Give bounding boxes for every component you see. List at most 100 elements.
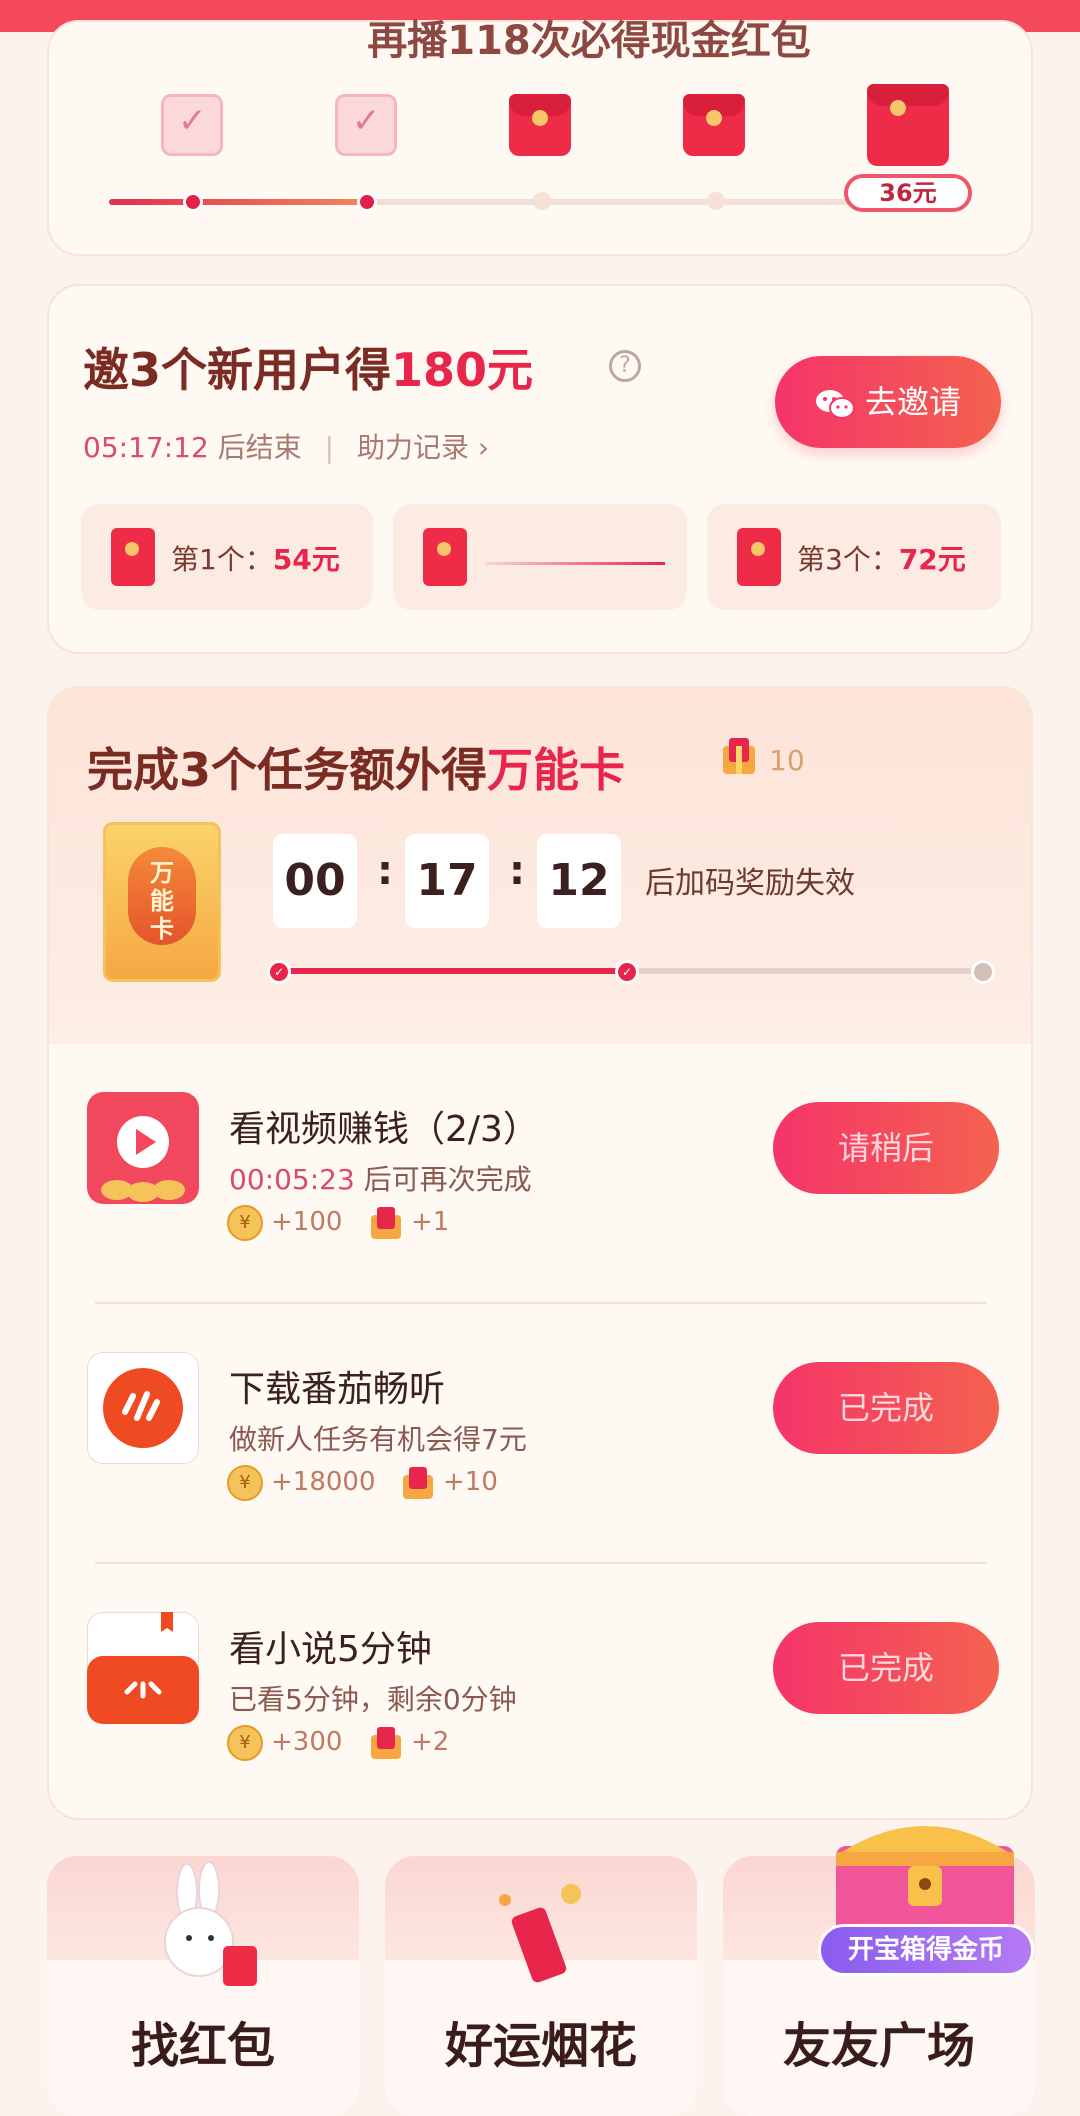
tasks-card: 完成3个任务额外得万能卡 10 万 能 卡 00 : 17 : 12 后加码奖励… [47,686,1033,1820]
invite-countdown: 05:17:12 [83,431,209,464]
card-reward: +1 [369,1202,449,1242]
coin-reward: ¥ +100 [227,1202,342,1242]
timer-colon: : [509,848,525,894]
coin-reward: ¥ +18000 [227,1462,376,1502]
task-cooldown: 00:05:23 [229,1163,355,1196]
progress-dot [533,192,551,210]
task-item: 看小说5分钟 已看5分钟，剩余0分钟 ¥ +300 +2 已完成 [49,1564,1031,1818]
task-name: 下载番茄畅听 [229,1369,446,1410]
task-desc: 00:05:23 后可再次完成 [229,1158,532,1198]
coin-icon: ¥ [227,1464,263,1501]
stage-4 [683,94,745,156]
claimed-icon [335,94,397,156]
firework-icon [499,1884,581,1983]
task-item: 看视频赚钱（2/3） 00:05:23 后可再次完成 ¥ +100 +1 请稍后 [49,1044,1031,1304]
task-wait-button[interactable]: 请稍后 [773,1102,999,1194]
coin-icon: ¥ [227,1204,263,1241]
tomato-novel-app-icon [87,1612,199,1724]
card-reward: +2 [369,1722,449,1762]
card-reward: +10 [401,1462,498,1502]
tomato-listen-app-icon [87,1352,199,1464]
coin-amount: +100 [271,1207,343,1237]
task-desc: 做新人任务有机会得7元 [229,1423,527,1456]
universal-card-icon [371,1206,401,1239]
card-count: 10 [769,744,805,777]
tasks-title: 完成3个任务额外得万能卡 [87,734,625,800]
task-name: 看小说5分钟 [229,1629,432,1670]
tasks-title-highlight: 万能卡 [487,743,626,797]
check-icon: ✓ [615,960,639,984]
invite-slot-2 [393,504,687,610]
divider: | [324,431,335,464]
slot-progress-line [485,562,665,565]
progress-dot [707,192,725,210]
universal-card-icon [723,738,755,774]
claimed-icon [161,94,223,156]
task-desc: 已看5分钟，剩余0分钟 [229,1683,517,1716]
invite-subline: 05:17:12 后结束 | 助力记录 › [83,426,489,466]
invite-title: 邀3个新用户得180元 [83,334,533,400]
lucky-fireworks-tile[interactable]: 好运烟花 [385,1856,697,2116]
tile-label: 找红包 [130,2018,275,2074]
invite-slot-1: 第1个：54元 [81,504,373,610]
help-icon[interactable]: ? [609,350,641,382]
tasks-title-prefix: 完成3个任务额外得 [87,743,488,797]
red-packet-icon [423,528,467,586]
red-packet-icon [111,528,155,586]
task-name: 看视频赚钱（2/3） [229,1109,539,1150]
wechat-icon [815,390,855,419]
universal-card-image: 万 能 卡 [103,822,221,982]
stage-1 [161,94,223,156]
progress-fill [109,199,374,205]
help-record-link[interactable]: 助力记录 › [357,431,489,464]
rabbit-icon [164,1862,257,1986]
slot-label: 第1个： [171,543,273,576]
slot-amount: 72元 [898,543,966,576]
coin-icon: ¥ [227,1724,263,1761]
timer-colon: : [377,848,393,894]
tile-label: 好运烟花 [444,2018,637,2074]
timer-hours: 00 [273,834,357,928]
check-icon: ✓ [267,960,291,984]
invite-title-prefix: 邀3个新用户得 [83,343,392,397]
task-completed-button[interactable]: 已完成 [773,1362,999,1454]
red-packet-icon [509,94,571,156]
task-completed-button[interactable]: 已完成 [773,1622,999,1714]
progress-dot [357,192,377,212]
card-amount: +2 [411,1727,450,1757]
slot-text: 第1个：54元 [171,538,340,578]
final-amount-pill: 36元 [844,174,972,212]
task-progress-fill [277,968,627,974]
task-item: 下载番茄畅听 做新人任务有机会得7元 ¥ +18000 +10 已完成 [49,1304,1031,1564]
play-progress-card: 再播118次必得现金红包 36元 [47,18,1033,256]
red-packet-icon [867,84,949,166]
timer-minutes: 17 [405,834,489,928]
video-play-icon [87,1092,199,1204]
progress-dot [183,192,203,212]
card-amount: +1 [411,1207,450,1237]
treasure-chest-label[interactable]: 开宝箱得金币 [818,1924,1034,1976]
card-amount: +10 [443,1467,498,1497]
invite-slot-3: 第3个：72元 [707,504,1001,610]
invite-card: 邀3个新用户得180元 ? 05:17:12 后结束 | 助力记录 › 去邀请 … [47,284,1033,654]
timer-seconds: 12 [537,834,621,928]
task-desc-text: 后可再次完成 [354,1163,532,1196]
progress-card-title: 再播118次必得现金红包 [367,18,811,64]
invite-button[interactable]: 去邀请 [775,356,1001,448]
universal-card-icon [371,1726,401,1759]
slot-amount: 54元 [272,543,340,576]
coin-amount: +300 [271,1727,343,1757]
timer-note: 后加码奖励失效 [645,866,855,901]
progress-end-dot [971,960,995,984]
coin-reward: ¥ +300 [227,1722,342,1762]
invite-title-amount: 180元 [391,343,534,397]
invite-button-label: 去邀请 [864,383,961,421]
coin-amount: +18000 [271,1467,376,1497]
stage-5 [867,84,949,166]
universal-card-icon [403,1466,433,1499]
invite-countdown-suffix: 后结束 [217,431,302,464]
find-red-packet-tile[interactable]: 找红包 [47,1856,359,2116]
red-packet-icon [683,94,745,156]
slot-label: 第3个： [797,543,899,576]
stage-3 [509,94,571,156]
